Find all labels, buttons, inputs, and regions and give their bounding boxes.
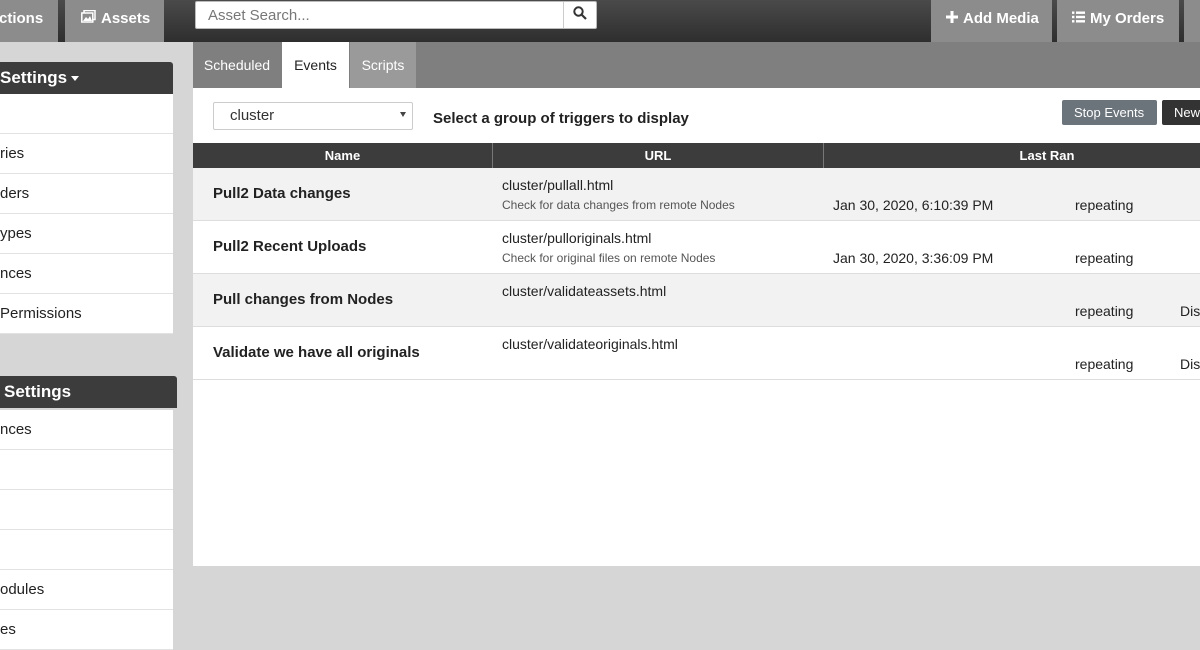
settings-panel-2-list: nces odules es <box>0 410 173 650</box>
event-url: cluster/validateoriginals.html <box>502 336 678 352</box>
event-status: Dis <box>1180 303 1200 319</box>
my-orders-label: My Orders <box>1090 10 1165 27</box>
nav-more-button[interactable] <box>1184 0 1200 42</box>
event-schedule: repeating <box>1075 303 1134 319</box>
sidebar-item[interactable]: nces <box>0 410 173 450</box>
event-last-ran: Jan 30, 2020, 6:10:39 PM <box>833 197 994 213</box>
event-status: Dis <box>1180 356 1200 372</box>
sidebar-item[interactable]: nces <box>0 254 173 294</box>
tab-strip: Scheduled Events Scripts <box>193 42 1200 88</box>
event-url: cluster/validateassets.html <box>502 283 667 299</box>
event-url: cluster/pullall.html <box>502 177 614 193</box>
event-name[interactable]: Pull2 Recent Uploads <box>213 238 366 255</box>
trigger-group-selected: cluster <box>230 107 275 124</box>
event-schedule: repeating <box>1075 356 1134 372</box>
event-schedule: repeating <box>1075 250 1134 266</box>
sidebar-item[interactable] <box>0 490 173 530</box>
column-header-name: Name <box>193 143 493 168</box>
event-name[interactable]: Validate we have all originals <box>213 344 420 361</box>
event-name[interactable]: Pull2 Data changes <box>213 185 351 202</box>
event-url: cluster/pulloriginals.html <box>502 230 652 246</box>
sidebar-item[interactable] <box>0 94 173 134</box>
search-icon <box>573 5 587 25</box>
tab-events[interactable]: Events <box>282 42 349 88</box>
search-button[interactable] <box>563 2 596 28</box>
sidebar-item[interactable]: ypes <box>0 214 173 254</box>
nav-collections-button[interactable]: ctions <box>0 0 58 42</box>
table-row[interactable]: Validate we have all originals cluster/v… <box>193 327 1200 380</box>
asset-search-input[interactable] <box>196 2 564 28</box>
table-row[interactable]: Pull2 Data changes cluster/pullall.html … <box>193 168 1200 221</box>
trigger-group-hint: Select a group of triggers to display <box>433 110 689 127</box>
event-description: Check for data changes from remote Nodes <box>502 198 735 212</box>
list-icon <box>1072 0 1085 38</box>
stop-events-button[interactable]: Stop Events <box>1062 100 1157 125</box>
sidebar-item[interactable]: Permissions <box>0 294 173 334</box>
event-schedule: repeating <box>1075 197 1134 213</box>
column-header-url: URL <box>493 143 824 168</box>
caret-down-icon <box>71 76 80 82</box>
select-arrow-icon <box>400 112 406 117</box>
sidebar-item[interactable]: ries <box>0 134 173 174</box>
asset-search <box>195 1 597 29</box>
images-icon <box>81 0 96 38</box>
trigger-group-select[interactable]: cluster <box>213 102 413 130</box>
event-description: Check for original files on remote Nodes <box>502 251 716 265</box>
settings-panel-header[interactable]: Settings <box>0 62 173 94</box>
sidebar-item[interactable]: ders <box>0 174 173 214</box>
sidebar-item[interactable]: odules <box>0 570 173 610</box>
sidebar-item[interactable]: es <box>0 610 173 650</box>
add-media-button[interactable]: Add Media <box>931 0 1052 42</box>
nav-assets-label: Assets <box>101 10 151 27</box>
my-orders-button[interactable]: My Orders <box>1057 0 1179 42</box>
sidebar-item[interactable] <box>0 450 173 490</box>
sidebar-item[interactable] <box>0 530 173 570</box>
events-table-header: Name URL Last Ran <box>193 143 1200 168</box>
events-content: cluster Select a group of triggers to di… <box>193 88 1200 566</box>
table-row[interactable]: Pull changes from Nodes cluster/validate… <box>193 274 1200 327</box>
nav-assets-button[interactable]: Assets <box>65 0 164 42</box>
event-name[interactable]: Pull changes from Nodes <box>213 291 393 308</box>
top-navbar: ctions Assets Add Media My Orders <box>0 0 1200 42</box>
column-header-last-ran: Last Ran <box>1019 148 1075 163</box>
table-row[interactable]: Pull2 Recent Uploads cluster/pullorigina… <box>193 221 1200 274</box>
tab-scheduled[interactable]: Scheduled <box>193 42 281 88</box>
settings-panel-2-header[interactable]: Settings <box>0 376 177 408</box>
tab-scripts[interactable]: Scripts <box>350 42 416 88</box>
new-event-button[interactable]: New <box>1162 100 1200 125</box>
settings-panel-list: ries ders ypes nces Permissions <box>0 94 173 334</box>
settings-panel-title: Settings <box>0 68 68 87</box>
add-media-label: Add Media <box>963 10 1039 27</box>
event-last-ran: Jan 30, 2020, 3:36:09 PM <box>833 250 994 266</box>
settings-panel-2-title: Settings <box>4 382 72 401</box>
nav-collections-label: ctions <box>0 10 44 27</box>
plus-icon <box>946 0 958 38</box>
